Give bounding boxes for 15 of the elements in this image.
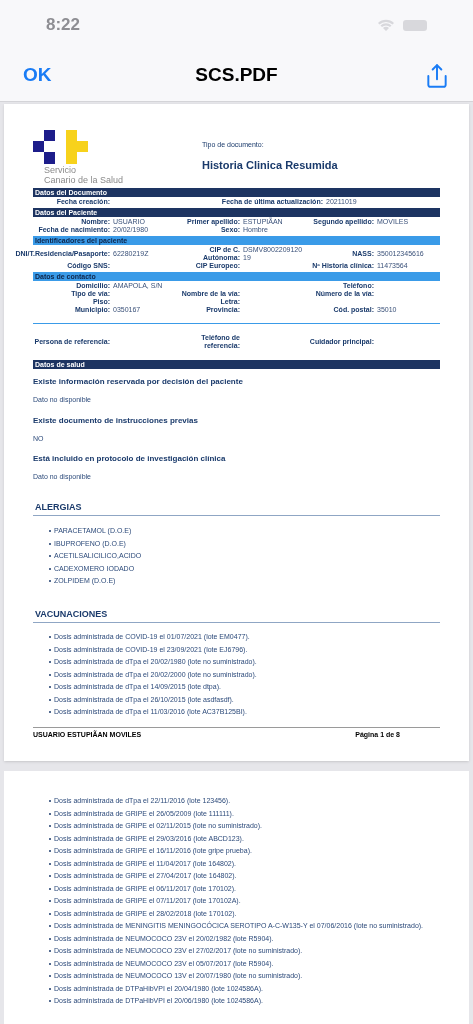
section-heading: ALERGIAS <box>34 500 83 514</box>
ok-button[interactable]: OK <box>23 61 52 90</box>
logo-text: Canario de la Salud <box>44 175 125 185</box>
wifi-icon <box>377 18 395 32</box>
battery-icon <box>403 19 427 31</box>
logo-icon <box>33 130 89 164</box>
document-heading: Historia Clinica Resumida <box>202 157 338 173</box>
status-time: 8:22 <box>46 14 81 37</box>
question-heading: Está incluido en protocolo de investigación clínica <box>33 453 227 465</box>
question-heading: Existe documento de instrucciones previas <box>33 414 199 427</box>
logo-text: Servicio <box>44 165 77 175</box>
section-heading: VACUNACIONES <box>34 607 109 621</box>
question-heading: Existe información reservada por decisión del paciente <box>33 376 244 388</box>
document-title: SCS.PDF <box>195 63 278 88</box>
share-button[interactable] <box>424 62 450 89</box>
